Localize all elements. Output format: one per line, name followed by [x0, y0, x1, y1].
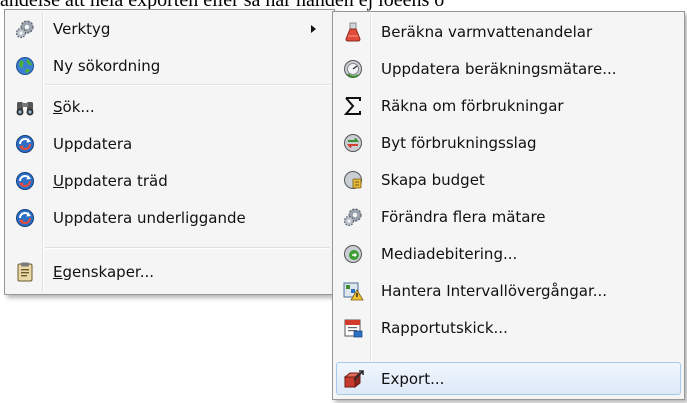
menu-item-mediadebitering[interactable]: Mediadebitering... — [336, 237, 681, 270]
media-billing-icon — [342, 243, 364, 265]
menu-item-uppdatera-underliggande[interactable]: Uppdatera underliggande — [8, 201, 331, 234]
calendar-report-icon — [342, 317, 364, 339]
menu-item-byt-forbrukningsslag[interactable]: Byt förbrukningsslag — [336, 126, 681, 159]
refresh-icon — [14, 133, 36, 155]
menu-item-rapportutskick[interactable]: Rapportutskick... — [336, 311, 681, 344]
menu-item-label: Sök... — [53, 97, 95, 116]
menu-item-verktyg[interactable]: Verktyg — [8, 12, 331, 45]
menu-item-export[interactable]: Export... — [336, 362, 681, 395]
binoculars-icon — [14, 96, 36, 118]
menu-item-label: Uppdatera träd — [53, 171, 168, 190]
menu-item-label: Förändra flera mätare — [381, 207, 546, 226]
menu-item-label: Beräkna varmvattenandelar — [381, 22, 593, 41]
meter-refresh-icon — [342, 58, 364, 80]
budget-icon — [342, 169, 364, 191]
menu-item-label: Räkna om förbrukningar — [381, 96, 564, 115]
menu-item-sok[interactable]: Sök... — [8, 90, 331, 123]
menu-item-label: Uppdatera — [53, 134, 133, 153]
menu-item-label: Ny sökordning — [53, 56, 161, 75]
menu-item-label: Uppdatera underliggande — [53, 208, 246, 227]
menu-item-label: Verktyg — [53, 19, 111, 38]
context-menu: Verktyg Ny sökordning Sök... Uppdatera U… — [4, 9, 335, 295]
menu-item-rakna-om-forbrukningar[interactable]: Räkna om förbrukningar — [336, 89, 681, 122]
menu-item-uppdatera-trad[interactable]: Uppdatera träd — [8, 164, 331, 197]
submenu-arrow-icon — [311, 25, 316, 33]
menu-item-label: Hantera Intervallövergångar... — [381, 281, 608, 300]
clipboard-icon — [14, 261, 36, 283]
gears-icon — [14, 18, 36, 40]
menu-item-uppdatera[interactable]: Uppdatera — [8, 127, 331, 160]
interval-warning-icon — [342, 280, 364, 302]
refresh-icon — [14, 207, 36, 229]
menu-item-uppdatera-berakningsmatare[interactable]: Uppdatera beräkningsmätare... — [336, 52, 681, 85]
menu-separator — [45, 84, 330, 85]
sigma-icon — [342, 95, 364, 117]
menu-item-label: Export... — [381, 369, 445, 388]
menu-item-label: Rapportutskick... — [381, 318, 508, 337]
menu-item-label: Egenskaper... — [53, 262, 155, 281]
menu-item-label: Mediadebitering... — [381, 244, 518, 263]
submenu-verktyg: Beräkna varmvattenandelar Uppdatera berä… — [332, 11, 685, 400]
globe-icon — [14, 55, 36, 77]
menu-item-label: Byt förbrukningsslag — [381, 133, 537, 152]
menu-item-egenskaper[interactable]: Egenskaper... — [8, 255, 331, 288]
menu-item-label: Skapa budget — [381, 170, 485, 189]
export-icon — [342, 368, 364, 390]
menu-item-label: Uppdatera beräkningsmätare... — [381, 59, 617, 78]
flask-icon — [342, 21, 364, 43]
menu-item-ny-sokordning[interactable]: Ny sökordning — [8, 49, 331, 82]
menu-item-skapa-budget[interactable]: Skapa budget — [336, 163, 681, 196]
gears-icon — [342, 206, 364, 228]
menu-item-berakna-varmvattenandelar[interactable]: Beräkna varmvattenandelar — [336, 15, 681, 48]
menu-separator — [45, 247, 330, 248]
swap-icon — [342, 132, 364, 154]
refresh-icon — [14, 170, 36, 192]
menu-item-hantera-intervallovergangar[interactable]: Hantera Intervallövergångar... — [336, 274, 681, 307]
menu-item-forandra-flera-matare[interactable]: Förändra flera mätare — [336, 200, 681, 233]
